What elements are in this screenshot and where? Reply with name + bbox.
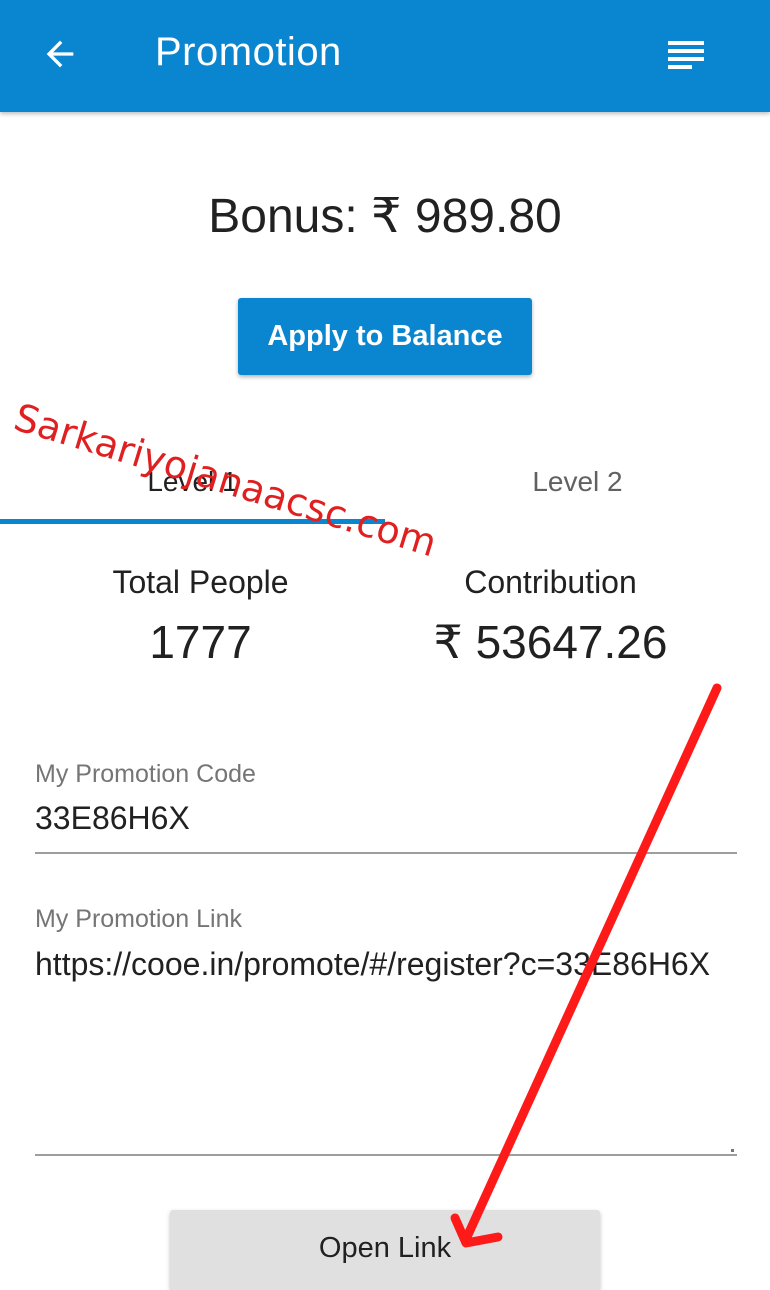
contribution-stat: Contribution ₹ 53647.26	[358, 564, 743, 669]
tab-level-1[interactable]: Level 1	[0, 440, 385, 524]
promotion-link-label: My Promotion Link	[35, 905, 243, 933]
page-title: Promotion	[155, 30, 342, 74]
promotion-link-underline	[35, 1154, 737, 1156]
app-bar: Promotion	[0, 0, 770, 112]
contribution-value: ₹ 53647.26	[433, 616, 668, 668]
menu-button[interactable]	[656, 30, 716, 80]
back-button[interactable]	[30, 28, 90, 80]
textarea-resize-handle[interactable]	[731, 1149, 734, 1152]
total-people-label: Total People	[112, 564, 289, 600]
active-tab-indicator	[0, 519, 385, 524]
total-people-stat: Total People 1777	[8, 564, 393, 669]
promotion-code-label: My Promotion Code	[35, 760, 256, 788]
promotion-code-underline	[35, 852, 737, 854]
arrow-back-icon	[46, 40, 74, 68]
apply-to-balance-button[interactable]: Apply to Balance	[238, 298, 532, 375]
open-link-button[interactable]: Open Link	[170, 1210, 600, 1290]
contribution-label: Contribution	[464, 564, 637, 600]
total-people-value: 1777	[149, 616, 252, 668]
promotion-code-field[interactable]: 33E86H6X	[35, 800, 190, 837]
promotion-link-field[interactable]: https://cooe.in/promote/#/register?c=33E…	[35, 944, 735, 984]
list-menu-icon	[668, 41, 704, 69]
tab-level-2[interactable]: Level 2	[385, 440, 770, 524]
bonus-amount: Bonus: ₹ 989.80	[208, 190, 562, 243]
